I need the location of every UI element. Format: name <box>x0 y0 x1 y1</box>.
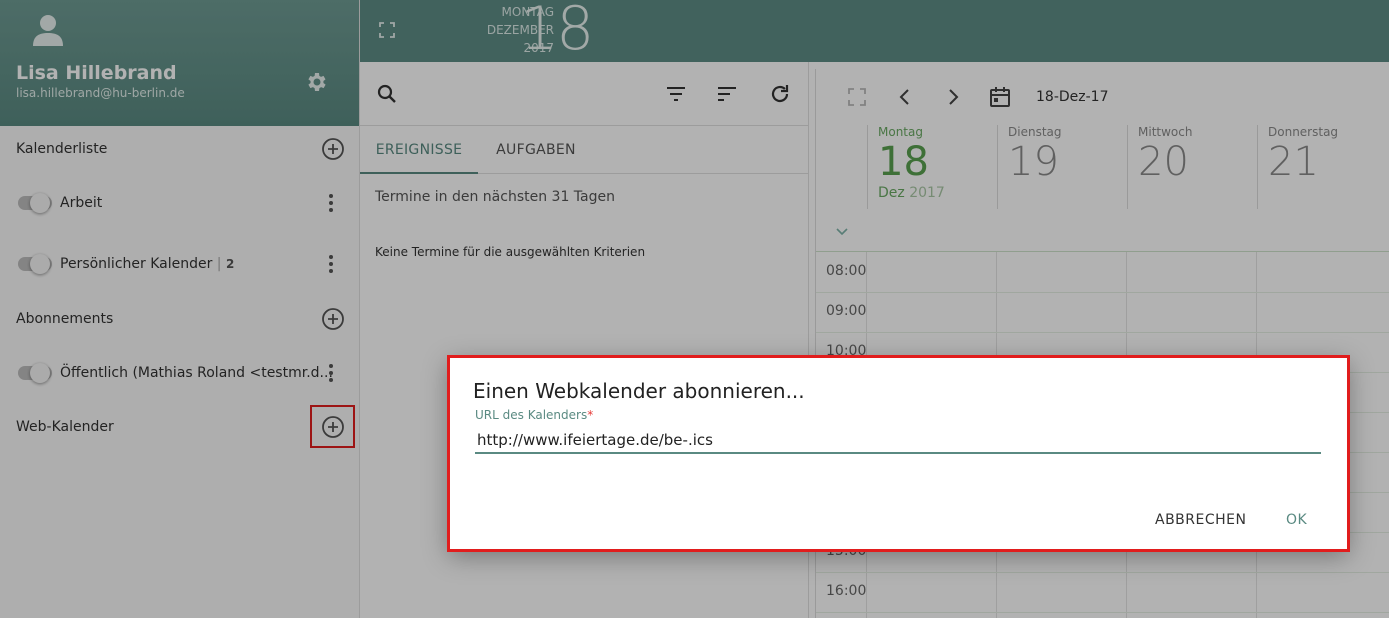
highlight-dialog <box>447 355 1350 552</box>
